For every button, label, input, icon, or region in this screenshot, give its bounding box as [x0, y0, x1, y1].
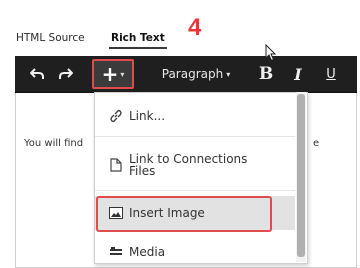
redo-button[interactable] — [55, 56, 77, 92]
link-icon — [103, 109, 129, 123]
menu-item-media[interactable]: Media — [95, 242, 295, 262]
underline-button[interactable]: U — [321, 56, 341, 92]
menu-item-link-connections-files[interactable]: Link to Connections Files — [95, 143, 295, 187]
redo-icon — [59, 68, 73, 79]
undo-icon — [30, 68, 44, 79]
tab-rich-text[interactable]: Rich Text — [109, 32, 167, 49]
editor-body-text-tail: e — [313, 138, 320, 149]
italic-button[interactable]: I — [288, 56, 308, 92]
paragraph-label: Paragraph — [161, 67, 224, 81]
menu-divider — [95, 136, 295, 137]
menu-item-label: Link... — [129, 109, 166, 123]
chevron-down-icon: ▾ — [120, 69, 125, 79]
chevron-down-icon: ▾ — [226, 69, 231, 79]
insert-image-highlight-annotation — [96, 196, 272, 232]
menu-divider — [95, 190, 295, 191]
menu-item-label: Link to Connections Files — [129, 152, 248, 178]
paragraph-format-select[interactable]: Paragraph ▾ — [155, 56, 237, 92]
editor-body-text: You will find — [24, 138, 84, 149]
media-icon — [103, 246, 129, 258]
step-number-annotation: 4 — [188, 14, 202, 41]
plus-icon: + — [101, 62, 119, 86]
file-icon — [103, 158, 129, 172]
menu-item-link[interactable]: Link... — [95, 100, 295, 132]
menu-scrollbar-thumb[interactable] — [297, 94, 305, 257]
mouse-cursor-icon — [265, 43, 277, 66]
insert-menu-button[interactable]: + ▾ — [92, 59, 134, 89]
undo-button[interactable] — [26, 56, 48, 92]
tab-html-source[interactable]: HTML Source — [16, 32, 85, 44]
